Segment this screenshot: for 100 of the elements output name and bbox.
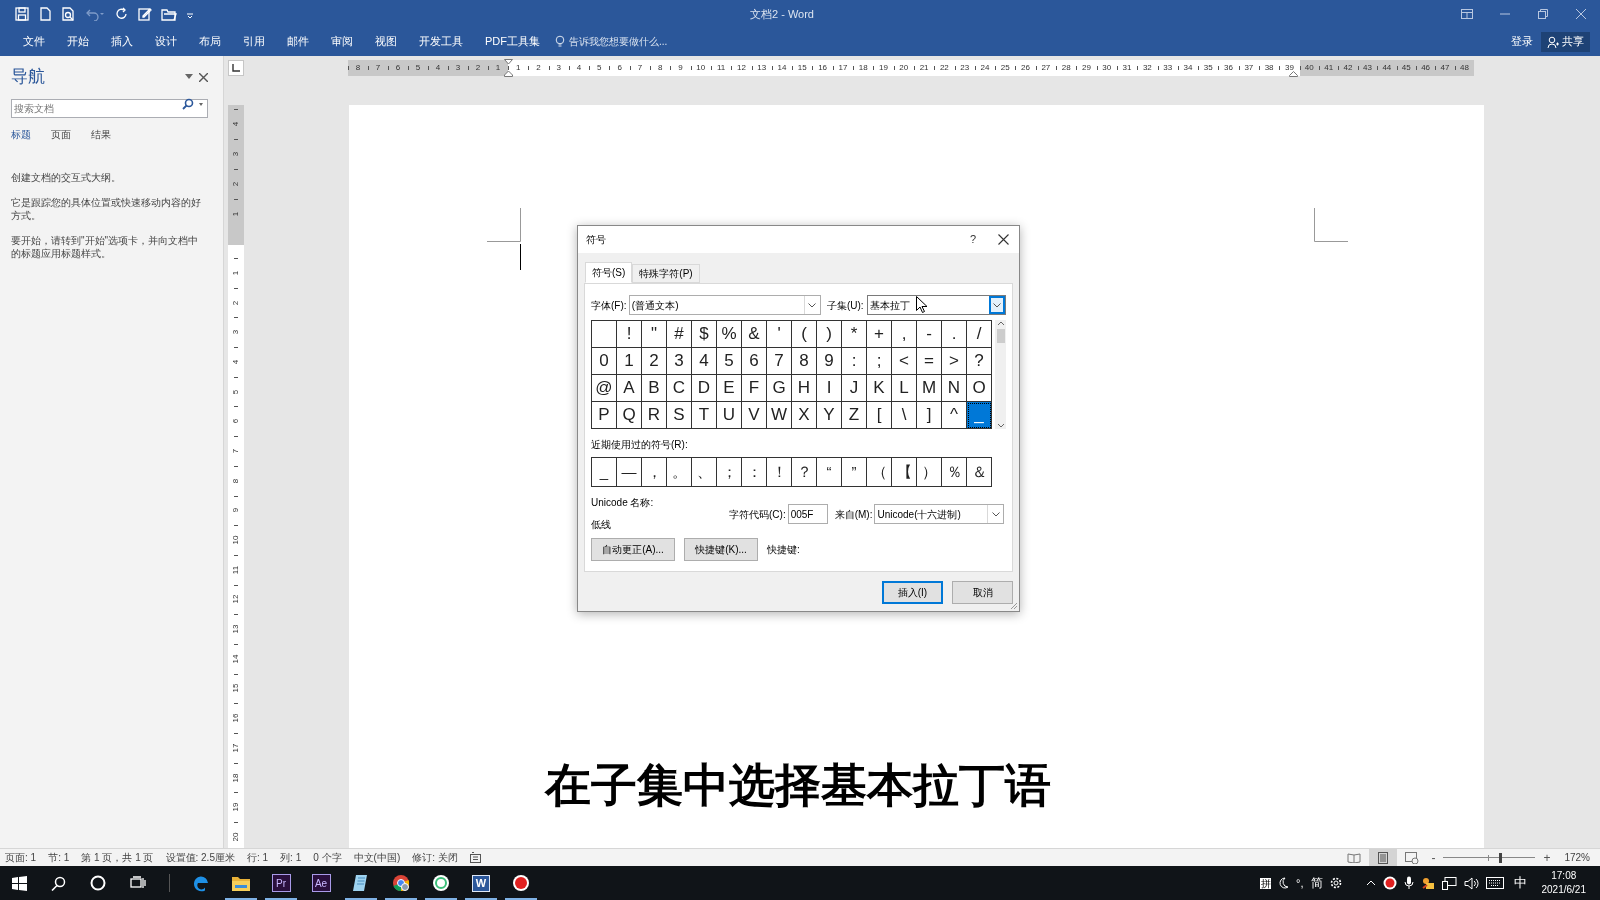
symbol-cell[interactable]: W — [767, 402, 792, 429]
edit-document-icon[interactable] — [138, 6, 152, 21]
symbol-cell[interactable]: - — [917, 321, 942, 348]
scrollbar-thumb[interactable] — [996, 329, 1005, 343]
status-item[interactable]: 中文(中国) — [353, 850, 401, 865]
symbol-cell[interactable]: ' — [767, 321, 792, 348]
symbol-cell[interactable]: C — [667, 375, 692, 402]
ime-mode-indicator[interactable]: 拼 — [1260, 877, 1272, 889]
macro-record-icon[interactable] — [469, 852, 482, 863]
ribbon-tab[interactable]: 引用 — [232, 30, 276, 53]
symbol-cell[interactable]: U — [717, 402, 742, 429]
recent-symbol-cell[interactable]: “ — [817, 458, 842, 487]
settings-icon[interactable] — [1329, 877, 1342, 889]
symbol-cell[interactable]: K — [867, 375, 892, 402]
keyboard-icon[interactable] — [1485, 877, 1504, 889]
symbol-cell[interactable]: H — [792, 375, 817, 402]
symbol-cell[interactable]: E — [717, 375, 742, 402]
app-tray-icon[interactable] — [1420, 876, 1435, 890]
cancel-button[interactable]: 取消 — [952, 581, 1013, 604]
navigation-tab[interactable]: 页面 — [51, 127, 71, 142]
resize-grip-icon[interactable] — [1010, 602, 1018, 610]
symbol-cell[interactable]: ) — [817, 321, 842, 348]
tell-me-search[interactable]: 告诉我您想要做什么... — [569, 34, 668, 49]
zoom-level[interactable]: 172% — [1564, 850, 1590, 865]
zoom-slider[interactable] — [1443, 852, 1536, 863]
symbol-cell[interactable]: . — [942, 321, 967, 348]
redo-icon[interactable] — [115, 6, 129, 21]
clock-time[interactable]: 17:08 — [1551, 869, 1577, 883]
symbol-cell[interactable]: 0 — [592, 348, 617, 375]
recent-symbol-cell[interactable]: ” — [842, 458, 867, 487]
symbol-cell[interactable]: R — [642, 402, 667, 429]
recent-symbol-cell[interactable]: （ — [867, 458, 892, 487]
restore-icon[interactable] — [1538, 8, 1548, 19]
script-mode[interactable]: 简 — [1310, 874, 1323, 892]
ribbon-tab[interactable]: 视图 — [364, 30, 408, 53]
symbol-cell[interactable]: S — [667, 402, 692, 429]
clock-date[interactable]: 2021/6/21 — [1541, 883, 1586, 897]
task-view-icon[interactable] — [130, 876, 146, 890]
web-layout-icon[interactable] — [1405, 851, 1420, 864]
sign-in-link[interactable]: 登录 — [1511, 33, 1533, 50]
close-icon[interactable] — [199, 72, 208, 82]
recent-symbol-cell[interactable]: ！ — [767, 458, 792, 487]
dialog-tab[interactable]: 符号(S) — [585, 262, 633, 283]
symbol-cell[interactable]: + — [867, 321, 892, 348]
subset-dropdown[interactable]: 基本拉丁 — [866, 295, 1006, 315]
ribbon-tab[interactable]: 插入 — [100, 30, 144, 53]
symbol-cell[interactable]: P — [592, 402, 617, 429]
tab-stop-selector[interactable] — [228, 60, 244, 76]
recent-symbol-cell[interactable]: ？ — [792, 458, 817, 487]
chrome-browser-icon[interactable] — [392, 874, 410, 892]
symbol-cell[interactable]: X — [792, 402, 817, 429]
navigation-tab[interactable]: 标题 — [11, 127, 31, 142]
status-item[interactable]: 设置值: 2.5厘米 — [165, 850, 235, 865]
notepad-icon[interactable] — [352, 874, 370, 892]
scroll-down-icon[interactable] — [996, 422, 1005, 429]
indent-marker-icon[interactable] — [1289, 71, 1298, 77]
symbol-cell[interactable]: / — [967, 321, 992, 348]
symbol-cell[interactable] — [592, 321, 617, 348]
record-icon[interactable] — [1382, 876, 1397, 890]
folder-icon[interactable] — [161, 6, 177, 21]
symbol-cell[interactable]: 1 — [617, 348, 642, 375]
close-icon[interactable] — [998, 234, 1009, 245]
navigation-tab[interactable]: 结果 — [91, 127, 111, 142]
search-icon[interactable] — [182, 98, 194, 110]
symbol-cell[interactable]: 3 — [667, 348, 692, 375]
print-preview-icon[interactable] — [61, 6, 75, 21]
zoom-slider-thumb[interactable] — [1498, 852, 1502, 863]
symbol-cell[interactable]: # — [667, 321, 692, 348]
symbol-cell[interactable]: M — [917, 375, 942, 402]
recent-symbol-cell[interactable]: 【 — [892, 458, 917, 487]
ribbon-tab[interactable]: 邮件 — [276, 30, 320, 53]
app-icon[interactable]: Pr — [271, 874, 291, 892]
app-icon[interactable]: Ae — [311, 874, 331, 892]
symbol-cell[interactable]: N — [942, 375, 967, 402]
symbol-cell[interactable]: * — [842, 321, 867, 348]
symbol-cell[interactable]: = — [917, 348, 942, 375]
symbol-cell[interactable]: Z — [842, 402, 867, 429]
lightbulb-icon[interactable] — [555, 35, 565, 48]
symbol-cell[interactable]: 5 — [717, 348, 742, 375]
status-item[interactable]: 0 个字 — [313, 850, 342, 865]
symbol-cell[interactable]: \ — [892, 402, 917, 429]
symbol-cell[interactable]: _ — [967, 402, 992, 429]
symbol-cell[interactable]: 6 — [742, 348, 767, 375]
ribbon-tab[interactable]: 审阅 — [320, 30, 364, 53]
status-item[interactable]: 行: 1 — [246, 850, 269, 865]
status-item[interactable]: 列: 1 — [280, 850, 302, 865]
volume-icon[interactable] — [1463, 876, 1479, 890]
symbol-cell[interactable]: I — [817, 375, 842, 402]
symbol-cell[interactable]: Q — [617, 402, 642, 429]
zoom-out-button[interactable]: - — [1431, 848, 1436, 867]
symbol-cell[interactable]: ] — [917, 402, 942, 429]
chevron-up-icon[interactable] — [1365, 880, 1376, 886]
recent-symbol-cell[interactable]: ＆ — [967, 458, 992, 487]
ribbon-tab[interactable]: 开始 — [56, 30, 100, 53]
status-item[interactable]: 第 1 页，共 1 页 — [81, 850, 154, 865]
recent-symbol-cell[interactable]: ％ — [942, 458, 967, 487]
symbol-cell[interactable]: A — [617, 375, 642, 402]
symbol-cell[interactable]: 9 — [817, 348, 842, 375]
symbol-cell[interactable]: 7 — [767, 348, 792, 375]
dialog-tab[interactable]: 特殊字符(P) — [632, 264, 700, 283]
